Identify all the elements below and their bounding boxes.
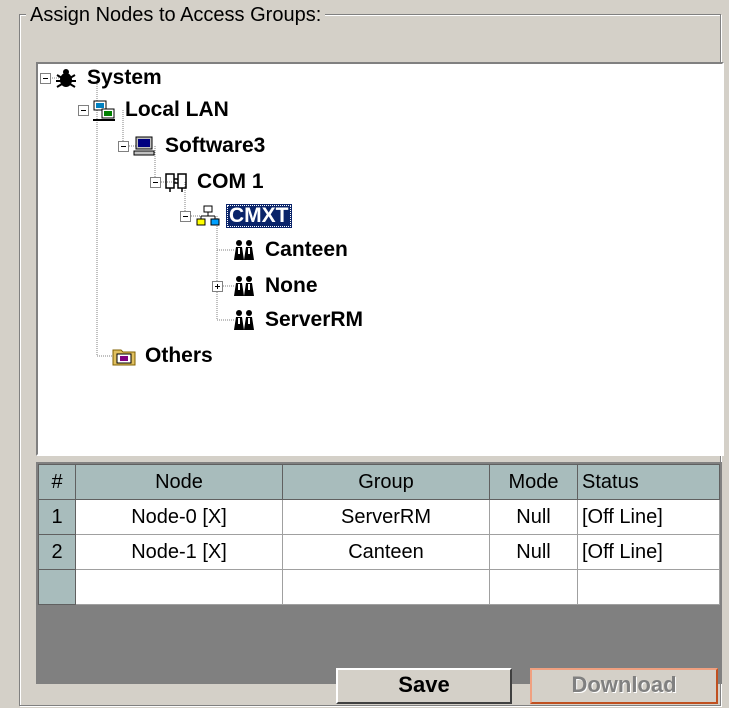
assignment-grid[interactable]: # Node Group Mode Status 1 Node-0 [X] Se…	[36, 462, 722, 684]
cell-mode[interactable]: Null	[489, 534, 578, 570]
column-header-group[interactable]: Group	[282, 464, 490, 500]
table-row-empty[interactable]	[38, 569, 720, 605]
cell-status[interactable]	[577, 569, 720, 605]
tree-label: System	[87, 66, 162, 89]
tree-node-software3[interactable]: Software3	[132, 132, 268, 160]
tree-label: COM 1	[197, 170, 264, 193]
group-icon	[234, 276, 254, 296]
tree-node-cmxt[interactable]: CMXT	[196, 202, 292, 230]
groupbox-title: Assign Nodes to Access Groups:	[26, 4, 326, 27]
tree-label: Canteen	[265, 238, 348, 261]
column-header-node[interactable]: Node	[75, 464, 283, 500]
tree-node-others[interactable]: Others	[112, 342, 216, 370]
row-number[interactable]: 1	[38, 499, 76, 535]
local-lan-collapse-toggle[interactable]	[78, 105, 89, 116]
tree-node-canteen[interactable]: Canteen	[232, 236, 351, 264]
bug-icon	[56, 69, 76, 88]
tree-node-serverrm[interactable]: ServerRM	[232, 306, 366, 334]
cell-mode[interactable]	[489, 569, 578, 605]
cell-status[interactable]: [Off Line]	[577, 534, 720, 570]
controller-icon	[196, 205, 220, 226]
tree-label: Others	[145, 344, 213, 367]
cell-group[interactable]	[282, 569, 490, 605]
column-header-number[interactable]: #	[38, 464, 76, 500]
table-row[interactable]: 2 Node-1 [X] Canteen Null [Off Line]	[38, 534, 720, 570]
tree-label: Local LAN	[125, 98, 229, 121]
column-header-mode[interactable]: Mode	[489, 464, 578, 500]
tree-label-selected: CMXT	[226, 204, 292, 228]
port-icon	[165, 173, 187, 192]
group-icon	[234, 310, 254, 330]
cell-status[interactable]: [Off Line]	[577, 499, 720, 535]
table-row[interactable]: 1 Node-0 [X] ServerRM Null [Off Line]	[38, 499, 720, 535]
cell-node[interactable]	[75, 569, 283, 605]
row-number[interactable]	[38, 569, 76, 605]
tree-node-system[interactable]: System	[54, 64, 165, 92]
network-icon	[93, 100, 115, 121]
system-collapse-toggle[interactable]	[40, 73, 51, 84]
cell-group[interactable]: Canteen	[282, 534, 490, 570]
group-icon	[234, 240, 254, 260]
folder-icon	[112, 349, 136, 366]
save-button[interactable]: Save	[336, 668, 512, 704]
cell-group[interactable]: ServerRM	[282, 499, 490, 535]
tree-label: Software3	[165, 134, 266, 157]
tree-node-local-lan[interactable]: Local LAN	[92, 96, 232, 124]
com1-collapse-toggle[interactable]	[150, 177, 161, 188]
row-number[interactable]: 2	[38, 534, 76, 570]
cell-mode[interactable]: Null	[489, 499, 578, 535]
column-header-status[interactable]: Status	[577, 464, 720, 500]
node-tree[interactable]: System Local LAN Software3 COM 1 CMXT Ca…	[36, 62, 724, 456]
none-expand-toggle[interactable]	[212, 281, 223, 292]
tree-node-com1[interactable]: COM 1	[164, 168, 267, 196]
tree-label: None	[265, 274, 318, 297]
tree-label: ServerRM	[265, 308, 364, 331]
cmxt-collapse-toggle[interactable]	[180, 211, 191, 222]
download-button[interactable]: Download	[530, 668, 718, 704]
software3-collapse-toggle[interactable]	[118, 141, 129, 152]
cell-node[interactable]: Node-0 [X]	[75, 499, 283, 535]
tree-node-none[interactable]: None	[232, 272, 321, 300]
cell-node[interactable]: Node-1 [X]	[75, 534, 283, 570]
computer-icon	[133, 136, 155, 156]
